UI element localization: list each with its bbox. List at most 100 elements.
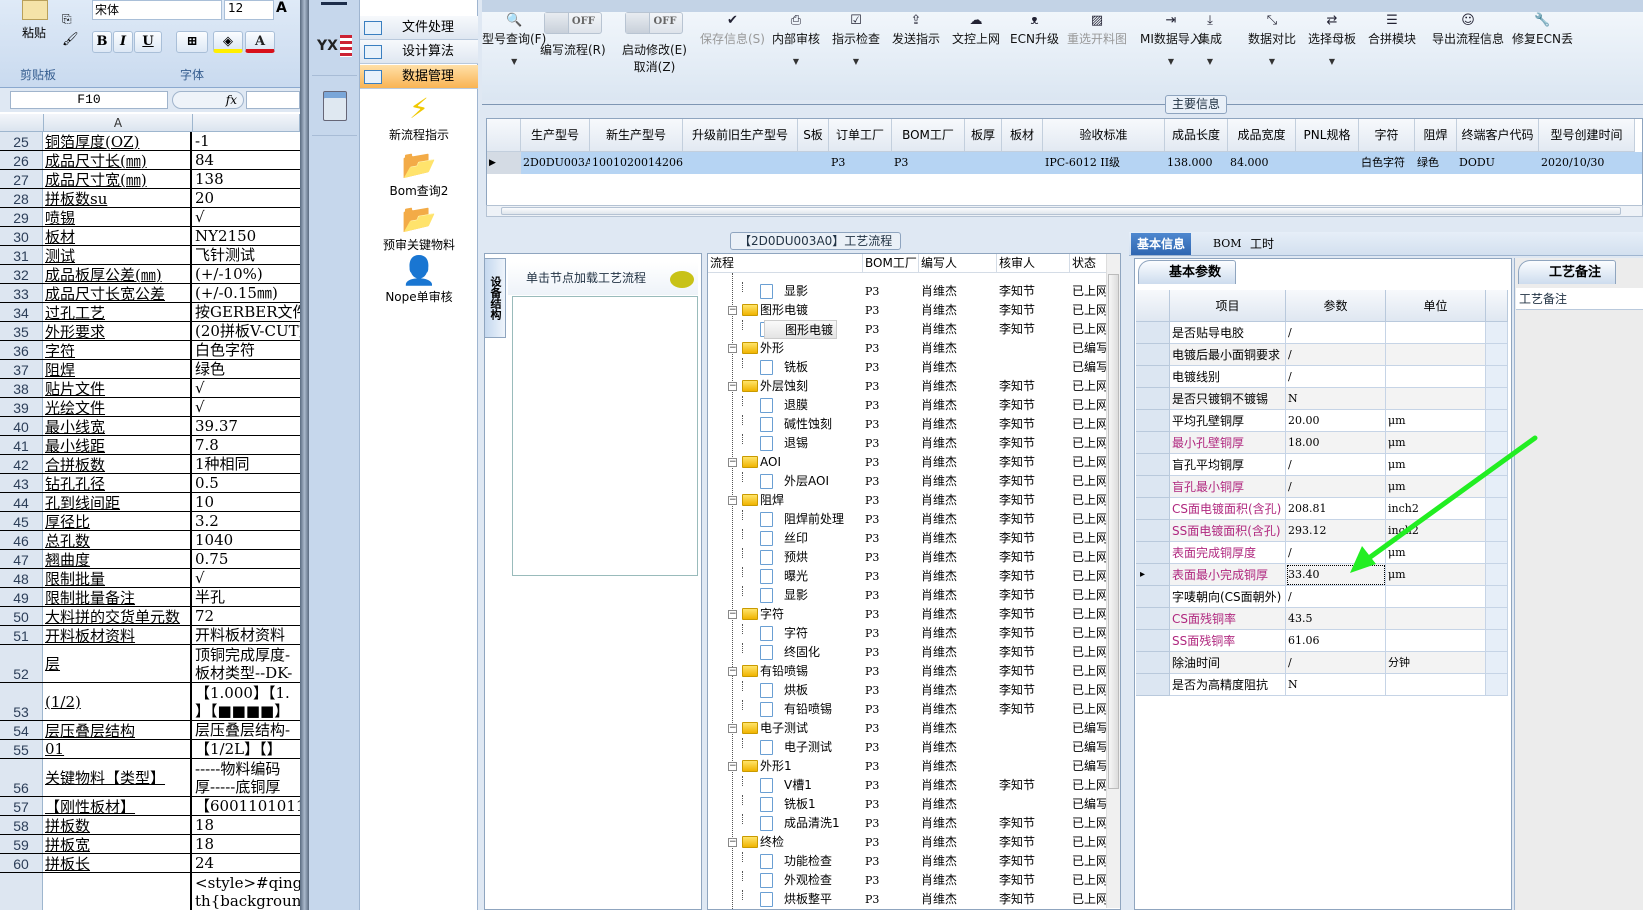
cell-a[interactable]: 层 [44,645,192,682]
tree-step-row[interactable]: 外观检查 P3 肖维杰 李知节 已上网 [708,871,1108,890]
param-value[interactable]: 18.00 [1286,432,1386,454]
dropdown-arrow-icon[interactable]: ▼ [1308,57,1356,66]
row-number[interactable]: 44 [0,493,43,511]
tree-step-row[interactable]: 碱性蚀刻 P3 肖维杰 李知节 已上网 [708,415,1108,434]
row-header[interactable] [1136,630,1170,652]
grid-column-header[interactable]: BOM工厂 [892,119,965,152]
tree-step-row[interactable]: 丝印 P3 肖维杰 李知节 已上网 [708,529,1108,548]
param-value[interactable]: 33.40 [1286,564,1386,586]
tab-equipment-structure[interactable]: 设备结构 [484,258,506,338]
param-value[interactable]: / [1286,586,1386,608]
collapse-icon[interactable]: − [728,724,737,733]
cell-a[interactable]: 拼板宽 [44,835,192,853]
cell-b[interactable]: √ [193,208,300,226]
grid-column-header[interactable]: 生产型号 [521,119,590,152]
tab-bom[interactable]: BOM [1207,233,1248,255]
toolbar-button-7[interactable]: ☁ 文控上网 [952,12,1000,47]
row-number[interactable]: 41 [0,436,43,454]
row-number[interactable]: 43 [0,474,43,492]
cell-b[interactable]: 半孔 [193,588,300,606]
row-number[interactable]: 55 [0,740,43,758]
row-number[interactable]: 57 [0,797,43,815]
row-number[interactable]: 47 [0,550,43,568]
font-color-button[interactable]: A [245,31,275,53]
row-number[interactable]: 42 [0,455,43,473]
grow-font-button[interactable]: A [276,0,287,16]
row-number[interactable]: 51 [0,626,43,644]
param-row[interactable]: ▸ 表面最小完成铜厚 33.40 μm [1136,564,1508,586]
cell-a[interactable]: 拼板长 [44,854,192,872]
cell-a[interactable]: (1/2) [44,683,192,720]
grid-cell[interactable]: 绿色 [1415,152,1457,174]
param-row[interactable]: 除油时间 / 分钟 [1136,652,1508,674]
row-header[interactable] [1136,322,1170,344]
tree-step-row[interactable]: 成品清洗1 P3 肖维杰 李知节 已上网 [708,814,1108,833]
toolbar-button-2[interactable]: OFF 启动修改(E) 取消(Z) [622,12,687,75]
grid-column-header[interactable]: 新生产型号 [590,119,683,152]
row-header[interactable] [1136,542,1170,564]
cell-b[interactable]: 顶铜完成厚度- 板材类型--DK- [193,645,300,682]
row-header[interactable] [1136,498,1170,520]
toolbar-button-14[interactable]: ☰ 合拼模块 [1368,12,1416,47]
nav-tab-design-algorithm[interactable]: 设计算法 [360,40,478,64]
format-painter-icon[interactable]: 🖌 [62,32,79,47]
nav-tab-file-processing[interactable]: 文件处理 [360,16,478,40]
tree-step-row[interactable]: 退锡 P3 肖维杰 李知节 已上网 [708,434,1108,453]
dropdown-arrow-icon[interactable]: ▼ [1140,57,1202,66]
tree-step-row[interactable]: 显影 P3 肖维杰 李知节 已上网 [708,586,1108,605]
row-number[interactable]: 45 [0,512,43,530]
flow-column-header[interactable]: 流程 [708,254,863,273]
row-number[interactable]: 37 [0,360,43,378]
grid-column-header[interactable]: 阻焊 [1415,119,1457,152]
underline-button[interactable]: U [134,31,162,53]
param-row[interactable]: 最小孔壁铜厚 18.00 μm [1136,432,1508,454]
cell-a[interactable]: 限制批量备注 [44,588,192,606]
cell-a[interactable]: 01 [44,740,192,758]
tree-step-row[interactable]: 阻焊前处理 P3 肖维杰 李知节 已上网 [708,510,1108,529]
row-number[interactable]: 27 [0,170,43,188]
row-header[interactable] [1136,366,1170,388]
param-value[interactable]: / [1286,344,1386,366]
cell-a[interactable]: 孔到线间距 [44,493,192,511]
grid-cell[interactable]: IPC-6012 II级 [1043,152,1165,174]
row-number[interactable]: 60 [0,854,43,872]
grid-cell[interactable] [683,152,798,174]
param-value[interactable]: / [1286,454,1386,476]
nav-item-bom-query[interactable]: 📂 Bom查询2 [360,148,478,199]
cell-b[interactable]: 72 [193,607,300,625]
collapse-icon[interactable]: − [728,458,737,467]
toolbar-button-16[interactable]: 🔧 修复ECN丢 [1512,12,1573,47]
param-value[interactable]: / [1286,322,1386,344]
cell-b[interactable]: 138 [193,170,300,188]
cell-b[interactable]: 7.8 [193,436,300,454]
cell-a[interactable]: 拼板数 [44,816,192,834]
param-value[interactable]: 61.06 [1286,630,1386,652]
tab-process-note[interactable]: 工艺备注 [1518,260,1617,284]
cell-b[interactable]: 【1.000】【1. 】【■■■■】 [193,683,300,720]
grid-cell[interactable]: 白色字符 [1359,152,1415,174]
insert-function-button[interactable]: fx [172,91,244,109]
tree-step-row[interactable]: 显影 P3 肖维杰 李知节 已上网 [708,282,1108,301]
calculator-link-icon[interactable] [312,76,357,136]
tree-step-row[interactable]: V槽1 P3 肖维杰 李知节 已上网 [708,776,1108,795]
cell-b[interactable]: 18 [193,816,300,834]
param-row[interactable]: 盲孔平均铜厚 / μm [1136,454,1508,476]
param-row[interactable]: 字唛朝向(CS面朝外) / [1136,586,1508,608]
grid-cell[interactable] [798,152,829,174]
collapse-icon[interactable]: − [728,344,737,353]
cell-b[interactable]: 0.5 [193,474,300,492]
row-number[interactable]: 38 [0,379,43,397]
row-number[interactable]: 40 [0,417,43,435]
row-header[interactable]: ▸ [1136,564,1170,586]
tree-step-row[interactable]: 预烘 P3 肖维杰 李知节 已上网 [708,548,1108,567]
toolbar-button-10[interactable]: ⇥ MI数据导入 ▼ [1140,12,1202,66]
param-row[interactable]: SS面电镀面积(含孔) 293.12 inch2 [1136,520,1508,542]
row-number[interactable]: 26 [0,151,43,169]
cell-a[interactable]: 关键物料【类型】 [44,759,192,796]
row-number[interactable]: 48 [0,569,43,587]
grid-cell[interactable] [965,152,1002,174]
row-number[interactable]: 46 [0,531,43,549]
nav-item-nope-review[interactable]: 👤 Nope单审核 [360,254,478,305]
cell-a[interactable]: 合拼板数 [44,455,192,473]
grid-cell[interactable]: P3 [829,152,892,174]
